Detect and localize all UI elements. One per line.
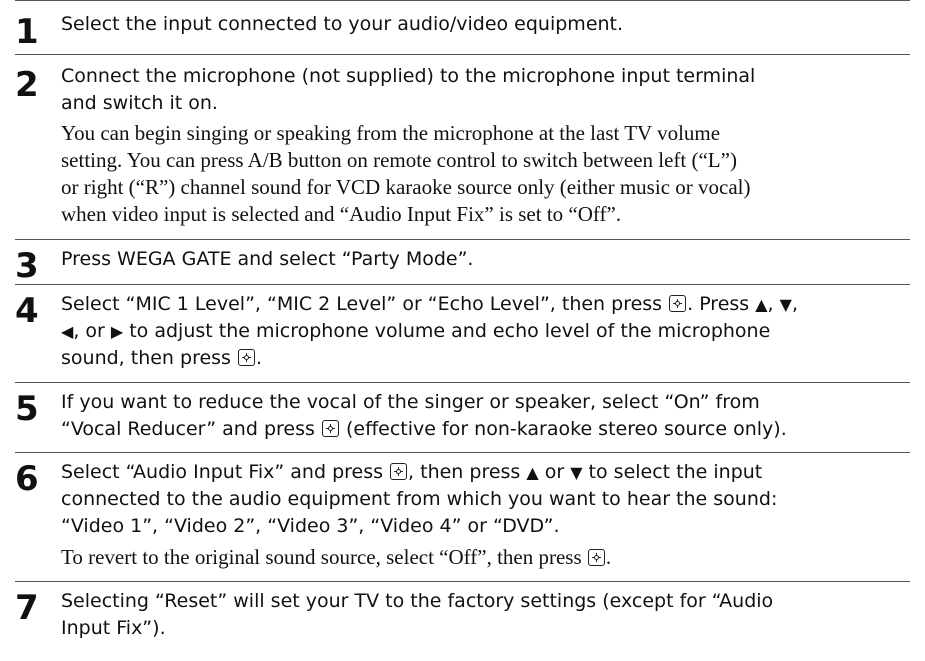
step-6: 6 Select “Audio Input Fix” and press , t… [15, 452, 910, 581]
step-7: 7 Selecting “Reset” will set your TV to … [15, 581, 910, 652]
step-note: To revert to the original sound source, … [61, 545, 587, 569]
step-note-line: setting. You can press A/B button on rem… [61, 148, 737, 172]
step-text: sound, then press [61, 347, 237, 369]
step-text: “Vocal Reducer” and press [61, 418, 321, 440]
step-5: 5 If you want to reduce the vocal of the… [15, 382, 910, 452]
step-2: 2 Connect the microphone (not supplied) … [15, 54, 910, 239]
left-arrow-icon: ◀ [61, 322, 74, 341]
up-arrow-icon: ▲ [526, 463, 539, 482]
step-note-line: when video input is selected and “Audio … [61, 202, 622, 226]
step-text: Select the input connected to your audio… [61, 13, 624, 35]
step-text-line: Connect the microphone (not supplied) to… [61, 65, 756, 87]
step-text: Press WEGA GATE and select “Party Mode”. [61, 248, 474, 270]
step-text-line: ◀, or ▶ to adjust the microphone volume … [61, 318, 910, 345]
step-text-line: If you want to reduce the vocal of the s… [61, 391, 760, 413]
enter-button-icon [390, 463, 408, 480]
down-arrow-icon: ▼ [570, 463, 583, 482]
step-number: 7 [15, 588, 39, 628]
step-text-line: “Vocal Reducer” and press (effective for… [61, 416, 910, 443]
step-text: or [538, 461, 571, 483]
step-note: . [605, 545, 612, 569]
step-text: to adjust the microphone volume and echo… [123, 320, 771, 342]
step-text-line: sound, then press . [61, 345, 910, 372]
step-number: 4 [15, 291, 39, 331]
step-text-line: connected to the audio equipment from wh… [61, 488, 778, 510]
step-text: , or [73, 320, 111, 342]
enter-button-icon [238, 349, 255, 366]
step-note-line: You can begin singing or speaking from t… [61, 121, 721, 145]
step-note-line: or right (“R”) channel sound for VCD kar… [61, 175, 751, 199]
step-text: , [791, 293, 798, 315]
step-3: 3 Press WEGA GATE and select “Party Mode… [15, 239, 910, 284]
step-number: 1 [15, 12, 39, 52]
step-text: to select the input [582, 461, 763, 483]
step-note-line: To revert to the original sound source, … [61, 544, 910, 571]
step-text-line: “Video 1”, “Video 2”, “Video 3”, “Video … [61, 515, 560, 537]
right-arrow-icon: ▶ [110, 322, 124, 341]
step-4: 4 Select “MIC 1 Level”, “MIC 2 Level” or… [15, 284, 910, 382]
step-text: Select “Audio Input Fix” and press [61, 461, 390, 483]
step-1: 1 Select the input connected to your aud… [15, 0, 910, 54]
step-text-line: Selecting “Reset” will set your TV to th… [61, 590, 774, 612]
step-text-line: Select “MIC 1 Level”, “MIC 2 Level” or “… [61, 291, 910, 318]
step-text-line: Input Fix”). [61, 617, 166, 639]
step-number: 6 [15, 459, 39, 499]
enter-button-icon [321, 420, 339, 437]
step-text: . Press [687, 293, 756, 315]
down-arrow-icon: ▼ [779, 295, 792, 314]
step-text: Select “MIC 1 Level”, “MIC 2 Level” or “… [61, 293, 669, 315]
step-text: , then press [408, 461, 527, 483]
step-text-line: Select “Audio Input Fix” and press , the… [61, 459, 910, 486]
step-number: 2 [15, 65, 39, 105]
instruction-steps: 1 Select the input connected to your aud… [15, 0, 910, 652]
step-number: 3 [15, 246, 39, 286]
step-text-line: and switch it on. [61, 92, 218, 114]
step-text: . [256, 347, 263, 369]
up-arrow-icon: ▲ [755, 295, 768, 314]
step-text: (effective for non-karaoke stereo source… [339, 418, 787, 440]
step-text: , [767, 293, 774, 315]
enter-button-icon [587, 549, 605, 566]
step-number: 5 [15, 389, 39, 429]
enter-button-icon [669, 295, 687, 312]
